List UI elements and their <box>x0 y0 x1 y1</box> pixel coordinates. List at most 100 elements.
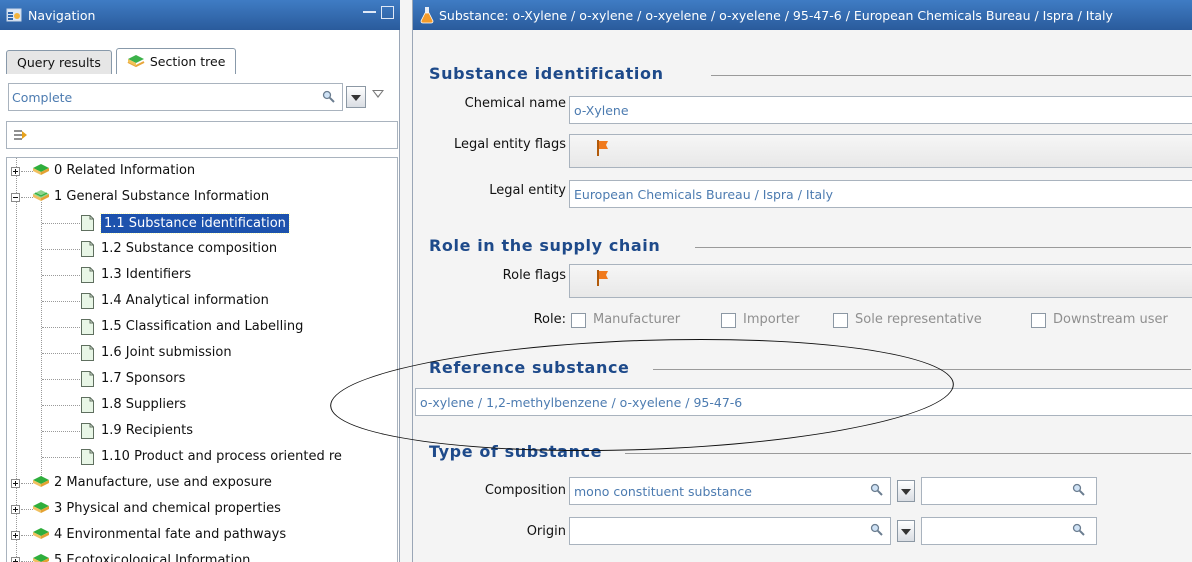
composition-remarks-field[interactable] <box>921 477 1097 505</box>
tree-filter-value: Complete <box>12 90 73 105</box>
tab-label: Query results <box>17 55 101 70</box>
sole-representative-checkbox[interactable] <box>833 313 848 328</box>
tree-node-selected[interactable]: 1.1 Substance identification <box>7 212 387 234</box>
search-icon[interactable] <box>322 90 336 104</box>
tree-node-label: 4 Environmental fate and pathways <box>54 527 287 542</box>
tree-node[interactable]: 1.4 Analytical information <box>7 290 387 312</box>
composition-dropdown-button[interactable] <box>897 480 915 502</box>
tree-node-label: 3 Physical and chemical properties <box>54 501 281 516</box>
composition-label: Composition <box>484 483 566 498</box>
tree-node[interactable]: 1.9 Recipients <box>7 420 387 442</box>
tree-filter-select[interactable]: Complete <box>8 83 343 111</box>
search-icon[interactable] <box>1072 523 1086 537</box>
tree-node[interactable]: 1 General Substance Information <box>7 186 387 208</box>
tree-node[interactable]: 0 Related Information <box>7 160 387 182</box>
collapse-icon[interactable] <box>11 193 20 202</box>
section-divider <box>711 75 1191 76</box>
legal-entity-field[interactable]: European Chemicals Bureau / Ispra / Ital… <box>569 180 1192 208</box>
tree-node-label: 1.8 Suppliers <box>101 397 187 412</box>
tree-node-label: 1.9 Recipients <box>101 423 193 438</box>
tree-node-label: 1.2 Substance composition <box>101 241 278 256</box>
tree-node[interactable]: 2 Manufacture, use and exposure <box>7 472 387 494</box>
tab-section-tree[interactable]: Section tree <box>115 48 237 74</box>
legal-entity-flags-label: Legal entity flags <box>453 137 566 152</box>
role-label: Role: <box>533 312 566 327</box>
search-icon[interactable] <box>870 483 884 497</box>
tree-node[interactable]: 1.10 Product and process oriented re <box>7 446 397 468</box>
tree-node[interactable]: 1.8 Suppliers <box>7 394 387 416</box>
flask-icon <box>420 7 434 24</box>
manufacturer-checkbox[interactable] <box>571 313 586 328</box>
expand-icon[interactable] <box>11 557 20 562</box>
section-heading-type: Type of substance <box>429 442 603 461</box>
composition-field[interactable]: mono constituent substance <box>569 477 891 505</box>
chemical-name-label: Chemical name <box>464 96 566 111</box>
chemical-name-field[interactable]: o-Xylene <box>569 96 1192 124</box>
downstream-user-checkbox[interactable] <box>1031 313 1046 328</box>
tree-node-label: 1.1 Substance identification <box>100 213 290 234</box>
legal-entity-value: European Chemicals Bureau / Ispra / Ital… <box>574 187 833 202</box>
tab-query-results[interactable]: Query results <box>6 50 112 74</box>
expand-icon[interactable] <box>11 167 20 176</box>
document-icon <box>81 423 94 439</box>
importer-checkbox[interactable] <box>721 313 736 328</box>
tree-node[interactable]: 1.2 Substance composition <box>7 238 387 260</box>
expand-all-icon[interactable] <box>13 128 29 142</box>
tree-node-label: 1.10 Product and process oriented re <box>101 449 342 464</box>
navigation-title-bar: Navigation <box>0 0 400 30</box>
legal-entity-flags-field[interactable] <box>569 134 1192 168</box>
navigation-title: Navigation <box>28 7 96 23</box>
document-icon <box>81 293 94 309</box>
tree-node-label: 2 Manufacture, use and exposure <box>54 475 272 490</box>
document-icon <box>81 397 94 413</box>
book-icon <box>33 528 49 539</box>
search-icon[interactable] <box>1072 483 1086 497</box>
section-divider <box>625 453 1191 454</box>
tree-node-label: 0 Related Information <box>54 163 196 178</box>
document-icon <box>81 449 94 465</box>
tree-node-label: 1.4 Analytical information <box>101 293 269 308</box>
tree-node[interactable]: 5 Ecotoxicological Information <box>7 550 387 562</box>
tree-node-label: 1.3 Identifiers <box>101 267 192 282</box>
legal-entity-label: Legal entity <box>489 183 566 198</box>
tree-node[interactable]: 1.3 Identifiers <box>7 264 387 286</box>
flag-icon[interactable] <box>596 269 610 287</box>
origin-field[interactable] <box>569 517 891 545</box>
book-open-icon <box>33 190 49 201</box>
expand-icon[interactable] <box>11 479 20 488</box>
section-heading-reference: Reference substance <box>429 358 630 377</box>
document-icon <box>81 241 94 257</box>
document-icon <box>81 319 94 335</box>
role-flags-field[interactable] <box>569 264 1192 298</box>
document-icon <box>81 371 94 387</box>
section-heading-identification: Substance identification <box>429 64 664 83</box>
document-icon <box>81 215 94 231</box>
origin-label: Origin <box>526 524 566 539</box>
expand-icon[interactable] <box>11 505 20 514</box>
tree-node[interactable]: 3 Physical and chemical properties <box>7 498 387 520</box>
tree-node[interactable]: 1.5 Classification and Labelling <box>7 316 387 338</box>
search-icon[interactable] <box>870 523 884 537</box>
flag-icon[interactable] <box>596 139 610 157</box>
origin-remarks-field[interactable] <box>921 517 1097 545</box>
origin-dropdown-button[interactable] <box>897 520 915 542</box>
manufacturer-label: Manufacturer <box>593 312 681 327</box>
tree-node[interactable]: 4 Environmental fate and pathways <box>7 524 387 546</box>
editor-title-bar: Substance: o-Xylene / o-xylene / o-xyele… <box>413 0 1192 30</box>
book-icon <box>33 476 49 487</box>
filter-dropdown-button[interactable] <box>346 86 366 108</box>
document-icon <box>81 267 94 283</box>
editor-title: Substance: o-Xylene / o-xylene / o-xyele… <box>439 7 1113 23</box>
tree-node[interactable]: 1.7 Sponsors <box>7 368 387 390</box>
reference-substance-field[interactable]: o-xylene / 1,2-methylbenzene / o-xyelene… <box>415 388 1192 416</box>
navigation-tabs: Query results Section tree <box>6 48 237 74</box>
view-menu-icon[interactable] <box>372 90 384 98</box>
chemical-name-value: o-Xylene <box>574 103 629 118</box>
tree-node[interactable]: 1.6 Joint submission <box>7 342 387 364</box>
maximize-icon[interactable] <box>381 6 394 19</box>
tree-node-label: 1.7 Sponsors <box>101 371 186 386</box>
section-heading-supply-chain: Role in the supply chain <box>429 236 661 255</box>
expand-icon[interactable] <box>11 531 20 540</box>
section-tree: 0 Related Information 1 General Substanc… <box>6 157 398 562</box>
minimize-icon[interactable] <box>363 6 376 13</box>
